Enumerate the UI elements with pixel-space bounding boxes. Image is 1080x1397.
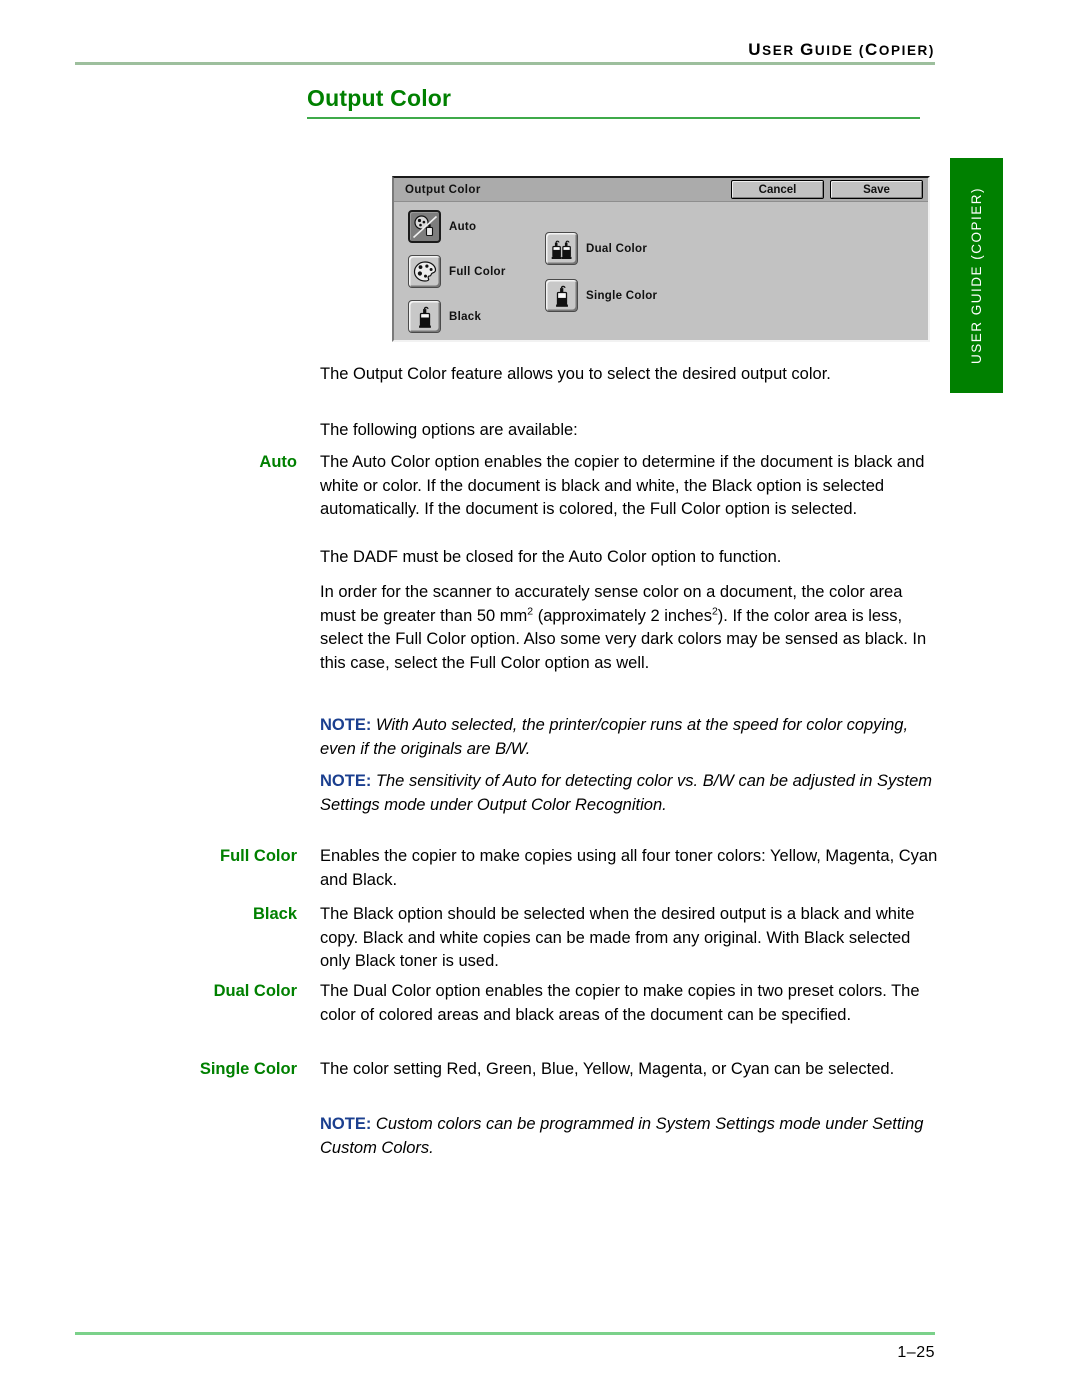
- option-dual-color[interactable]: Dual Color: [545, 232, 647, 265]
- footer-rule: [75, 1332, 935, 1335]
- auto-area-text-part-2: (approximately 2 inches: [533, 606, 712, 625]
- definition-auto: Auto The Auto Color option enables the c…: [120, 451, 940, 522]
- side-tab: USER GUIDE (COPIER): [950, 158, 1003, 393]
- paragraph-auto-area: In order for the scanner to accurately s…: [120, 581, 940, 675]
- black-description: The Black option should be selected when…: [320, 905, 915, 970]
- note-1-text: NOTE: With Auto selected, the printer/co…: [320, 714, 940, 761]
- note-1-body: With Auto selected, the printer/copier r…: [320, 716, 909, 758]
- intro-1-text: The Output Color feature allows you to s…: [320, 365, 831, 383]
- option-black-label: Black: [449, 310, 482, 323]
- definition-full-color: Full Color Enables the copier to make co…: [120, 845, 940, 892]
- auto-color-icon[interactable]: [408, 210, 441, 243]
- single-toner-bottle-icon[interactable]: [545, 279, 578, 312]
- note-2: NOTE: The sensitivity of Auto for detect…: [120, 770, 940, 817]
- running-head-text: USER GUIDE (COPIER): [748, 40, 935, 59]
- page-number: 1–25: [897, 1344, 935, 1361]
- running-head: USER GUIDE (COPIER): [75, 40, 935, 60]
- full-color-description: Enables the copier to make copies using …: [320, 847, 938, 889]
- definition-black: Black The Black option should be selecte…: [120, 903, 940, 974]
- paragraph-auto-dadf: The DADF must be closed for the Auto Col…: [120, 546, 940, 570]
- term-black: Black: [252, 905, 297, 923]
- definition-single-color: Single Color The color setting Red, Gree…: [120, 1058, 940, 1082]
- page-title-rule: [307, 117, 920, 119]
- save-button[interactable]: Save: [830, 180, 923, 199]
- term-dual-color: Dual Color: [213, 982, 297, 1000]
- cancel-button[interactable]: Cancel: [731, 180, 824, 199]
- option-full-color-label: Full Color: [449, 265, 506, 278]
- panel-body: Auto Full Color Black Dual Color Single …: [394, 202, 928, 341]
- note-label: NOTE:: [320, 716, 372, 734]
- auto-dadf-text: The DADF must be closed for the Auto Col…: [320, 548, 782, 566]
- option-full-color[interactable]: Full Color: [408, 255, 506, 288]
- auto-description: The Auto Color option enables the copier…: [320, 453, 925, 518]
- panel-title: Output Color: [405, 183, 481, 196]
- dual-color-description: The Dual Color option enables the copier…: [320, 982, 920, 1024]
- intro-2-text: The following options are available:: [320, 421, 578, 439]
- note-1: NOTE: With Auto selected, the printer/co…: [120, 714, 940, 761]
- palette-icon[interactable]: [408, 255, 441, 288]
- two-toner-bottles-icon[interactable]: [545, 232, 578, 265]
- note-3-text: NOTE: Custom colors can be programmed in…: [320, 1113, 940, 1160]
- option-black[interactable]: Black: [408, 300, 481, 333]
- note-3-body: Custom colors can be programmed in Syste…: [320, 1115, 924, 1157]
- side-tab-label: USER GUIDE (COPIER): [969, 187, 984, 365]
- note-2-text: NOTE: The sensitivity of Auto for detect…: [320, 770, 940, 817]
- auto-area-text: In order for the scanner to accurately s…: [320, 581, 940, 675]
- note-label: NOTE:: [320, 772, 372, 790]
- note-3: NOTE: Custom colors can be programmed in…: [120, 1113, 940, 1160]
- term-single-color: Single Color: [199, 1060, 297, 1078]
- definition-dual-color: Dual Color The Dual Color option enables…: [120, 980, 940, 1027]
- term-auto: Auto: [259, 453, 297, 471]
- option-auto-label: Auto: [449, 220, 477, 233]
- panel-titlebar: Output Color Cancel Save: [394, 178, 928, 202]
- term-full-color: Full Color: [220, 847, 297, 865]
- option-single-color[interactable]: Single Color: [545, 279, 657, 312]
- note-2-body: The sensitivity of Auto for detecting co…: [320, 772, 932, 814]
- page-title: Output Color: [307, 85, 452, 111]
- option-dual-color-label: Dual Color: [586, 242, 648, 255]
- single-color-description: The color setting Red, Green, Blue, Yell…: [320, 1060, 895, 1078]
- option-auto[interactable]: Auto: [408, 210, 476, 243]
- output-color-panel: Output Color Cancel Save Auto Full Color…: [392, 176, 930, 342]
- paragraph-intro-1: The Output Color feature allows you to s…: [120, 363, 940, 387]
- note-label: NOTE:: [320, 1115, 372, 1133]
- header-rule: [75, 62, 935, 65]
- option-single-color-label: Single Color: [586, 289, 658, 302]
- toner-bottle-icon[interactable]: [408, 300, 441, 333]
- paragraph-intro-2: The following options are available:: [120, 419, 940, 443]
